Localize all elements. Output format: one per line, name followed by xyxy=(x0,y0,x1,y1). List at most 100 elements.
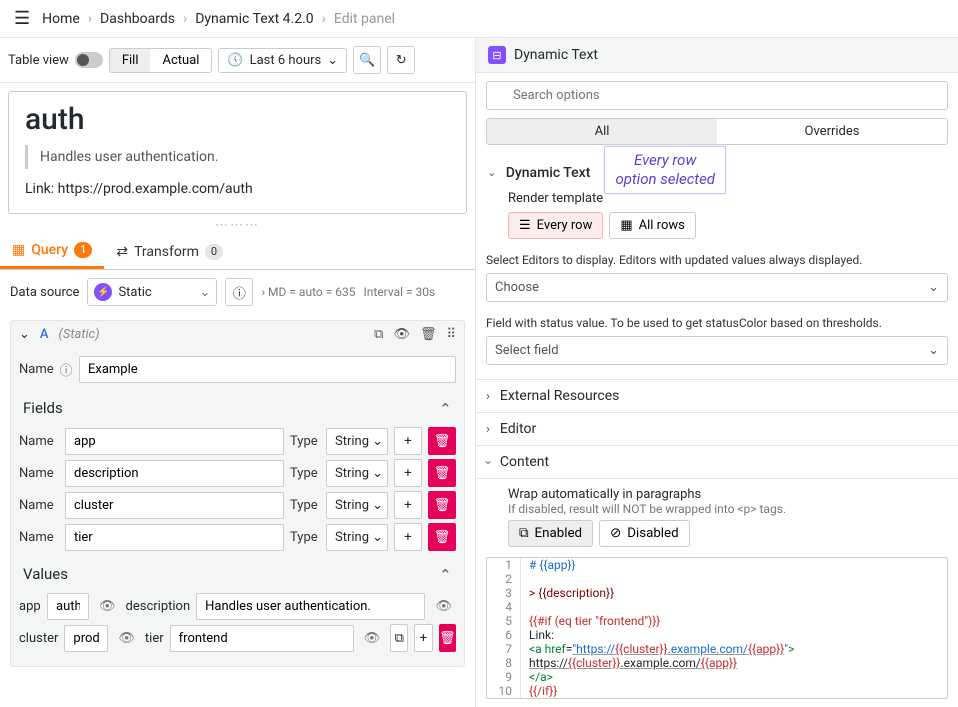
add-values-button[interactable]: + xyxy=(414,624,432,652)
section-dynamic-text: Dynamic Text xyxy=(506,165,591,181)
panel-type-title[interactable]: Dynamic Text xyxy=(514,47,598,63)
ban-icon: ⊘ xyxy=(610,526,621,541)
table-view-toggle[interactable] xyxy=(75,52,103,68)
chevron-down-icon: ⌄ xyxy=(372,466,383,481)
chevron-down-icon[interactable]: › xyxy=(480,461,495,465)
field-name-input[interactable] xyxy=(65,460,284,487)
content-editor[interactable]: 1# {{app}} 2 3> {{description}} 4 5{{#if… xyxy=(486,557,948,699)
annotation-every-row: Every rowoption selected xyxy=(604,146,726,194)
eye-icon[interactable]: 👁 xyxy=(393,327,410,342)
plugin-icon: ⊟ xyxy=(488,46,506,64)
breadcrumb-home[interactable]: Home xyxy=(42,11,80,27)
field-name-input[interactable] xyxy=(65,428,284,455)
search-options-input[interactable] xyxy=(486,81,948,110)
field-name-input[interactable] xyxy=(65,492,284,519)
section-external-resources[interactable]: External Resources xyxy=(500,388,619,404)
type-label: Type xyxy=(290,498,320,513)
render-every-row-button[interactable]: ☰Every row xyxy=(508,212,603,239)
type-select[interactable]: String⌄ xyxy=(326,460,388,487)
time-picker[interactable]: 🕔 Last 6 hours ⌄ xyxy=(218,48,347,73)
value-input-description[interactable] xyxy=(196,593,425,620)
eye-icon[interactable]: 👁 xyxy=(95,599,120,614)
status-field-label: Field with status value. To be used to g… xyxy=(486,316,948,330)
clock-icon: 🕔 xyxy=(227,53,243,68)
add-field-button[interactable]: + xyxy=(394,459,422,487)
drag-icon[interactable]: ⠿ xyxy=(446,327,456,342)
delete-values-button[interactable]: 🗑 xyxy=(439,624,456,652)
tab-query[interactable]: ▦ Query 1 xyxy=(0,234,104,269)
type-label: Type xyxy=(290,466,320,481)
breadcrumb-dashboards[interactable]: Dashboards xyxy=(100,11,175,27)
value-label-cluster: cluster xyxy=(19,631,58,646)
chevron-down-icon: ⌄ xyxy=(372,498,383,513)
editors-select[interactable]: Choose⌄ xyxy=(486,273,948,302)
preview-quote: Handles user authentication. xyxy=(25,145,450,169)
add-field-button[interactable]: + xyxy=(394,427,422,455)
tab-transform[interactable]: ⇄ Transform 0 xyxy=(104,234,235,269)
tab-query-badge: 1 xyxy=(74,242,92,258)
tab-overrides[interactable]: Overrides xyxy=(717,119,947,144)
eye-icon[interactable]: 👁 xyxy=(431,599,456,614)
actual-button[interactable]: Actual xyxy=(150,49,211,72)
query-name-input[interactable] xyxy=(79,356,456,383)
values-heading: Values xyxy=(23,565,68,583)
value-input-tier[interactable] xyxy=(170,625,354,652)
info-icon[interactable]: ⓘ xyxy=(60,360,73,379)
section-content[interactable]: Content xyxy=(500,454,549,470)
zoom-out-button[interactable]: 🔍 xyxy=(353,46,381,74)
chevron-down-icon: ⌄ xyxy=(372,530,383,545)
value-input-app[interactable] xyxy=(47,593,89,620)
chevron-up-icon[interactable]: ⌄ xyxy=(439,565,452,583)
copy-values-button[interactable]: ⧉ xyxy=(390,624,408,652)
type-select[interactable]: String⌄ xyxy=(326,428,388,455)
fill-button[interactable]: Fill xyxy=(110,49,151,72)
add-field-button[interactable]: + xyxy=(394,523,422,551)
refresh-button[interactable]: ↻ xyxy=(387,46,415,74)
copy-icon[interactable]: ⧉ xyxy=(374,327,383,342)
trash-icon[interactable]: 🗑 xyxy=(420,327,437,342)
meta-md: › MD = auto = 635 xyxy=(261,285,355,299)
data-source-value: Static xyxy=(118,285,151,300)
delete-field-button[interactable]: 🗑 xyxy=(428,523,456,551)
panel-preview: auth Handles user authentication. Link: … xyxy=(8,91,467,214)
field-name-input[interactable] xyxy=(65,524,284,551)
chevron-down-icon[interactable]: ⌄ xyxy=(487,167,496,180)
section-editor[interactable]: Editor xyxy=(500,421,536,437)
chevron-right-icon[interactable]: › xyxy=(486,422,490,437)
add-field-button[interactable]: + xyxy=(394,491,422,519)
render-all-rows-button[interactable]: ▦All rows xyxy=(609,212,696,239)
query-id[interactable]: A xyxy=(40,327,49,342)
field-name-label: Name xyxy=(19,466,59,481)
data-source-label: Data source xyxy=(10,285,79,300)
eye-icon[interactable]: 👁 xyxy=(360,631,385,646)
wrap-enabled-button[interactable]: ⧉Enabled xyxy=(508,520,593,547)
delete-field-button[interactable]: 🗑 xyxy=(428,427,456,455)
wrap-title: Wrap automatically in paragraphs xyxy=(508,487,948,502)
fields-heading: Fields xyxy=(23,399,63,417)
status-field-select[interactable]: Select field⌄ xyxy=(486,336,948,365)
field-name-label: Name xyxy=(19,434,59,449)
delete-field-button[interactable]: 🗑 xyxy=(428,459,456,487)
field-name-label: Name xyxy=(19,530,59,545)
chevron-up-icon[interactable]: ⌄ xyxy=(439,399,452,417)
tab-transform-label: Transform xyxy=(134,244,199,260)
breadcrumb-panel[interactable]: Dynamic Text 4.2.0 xyxy=(195,11,313,27)
type-label: Type xyxy=(290,530,320,545)
ds-help-button[interactable]: ⓘ xyxy=(225,278,253,306)
value-label-tier: tier xyxy=(145,631,164,646)
value-input-cluster[interactable] xyxy=(64,625,108,652)
eye-icon[interactable]: 👁 xyxy=(114,631,139,646)
fit-segment[interactable]: Fill Actual xyxy=(109,48,213,73)
delete-field-button[interactable]: 🗑 xyxy=(428,491,456,519)
chevron-right-icon[interactable]: › xyxy=(486,389,490,404)
data-source-select[interactable]: ⚡ Static ⌄ xyxy=(87,278,217,306)
menu-icon[interactable]: ☰ xyxy=(10,6,34,31)
type-select[interactable]: String⌄ xyxy=(326,524,388,551)
wrap-disabled-button[interactable]: ⊘Disabled xyxy=(599,520,690,547)
table-icon: ▦ xyxy=(620,218,632,233)
tab-all[interactable]: All xyxy=(487,119,717,144)
chevron-down-icon[interactable]: ⌄ xyxy=(19,327,30,342)
chevron-right-icon: › xyxy=(183,11,187,27)
resize-handle[interactable]: ⋯⋯⋯ xyxy=(0,222,475,228)
type-select[interactable]: String⌄ xyxy=(326,492,388,519)
